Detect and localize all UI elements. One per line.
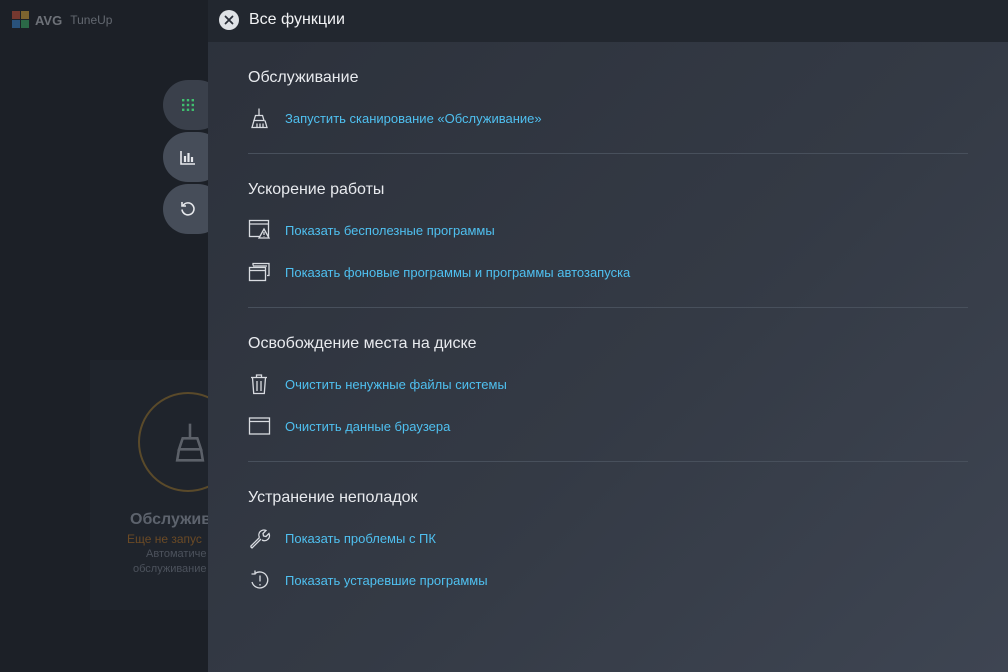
maintenance-card-status: Еще не запус (127, 532, 202, 546)
show-outdated-programs-link[interactable]: Показать устаревшие программы (248, 569, 968, 591)
link-label: Очистить ненужные файлы системы (285, 376, 507, 392)
broom-icon (248, 107, 272, 129)
close-icon (224, 15, 234, 25)
apps-grid-icon (182, 99, 194, 111)
show-useless-programs-link[interactable]: Показать бесполезные программы (248, 219, 968, 241)
link-label: Показать проблемы с ПК (285, 530, 436, 546)
section-title: Обслуживание (248, 69, 359, 86)
section-title: Устранение неполадок (248, 489, 418, 506)
panel-header: Все функции (208, 0, 1008, 42)
trash-icon (248, 373, 272, 395)
panel-title: Все функции (249, 11, 345, 28)
section-divider (248, 153, 968, 154)
section-disk-cleanup: Освобождение места на диске Очистить нен… (248, 333, 968, 437)
logo-tuneup-text: TuneUp (70, 13, 113, 27)
section-maintenance: Обслуживание Запустить сканирование «Обс… (248, 67, 968, 129)
avg-logo-icon (12, 11, 29, 28)
window-warning-icon (248, 219, 272, 241)
link-label: Очистить данные браузера (285, 418, 451, 434)
app-logo: AVG TuneUp (12, 11, 112, 29)
wrench-icon (248, 527, 272, 549)
maintenance-card-desc: Автоматиче (146, 548, 207, 560)
maintenance-card-desc-2: обслуживание (133, 563, 207, 575)
link-label: Показать фоновые программы и программы а… (285, 264, 631, 280)
section-divider (248, 461, 968, 462)
section-title: Ускорение работы (248, 181, 385, 198)
restore-icon (181, 202, 195, 216)
logo-avg-text: AVG (35, 12, 63, 28)
maintenance-card-title: Обслужив (130, 511, 208, 528)
all-functions-panel: Все функции Обслуживание Запустить скани… (208, 0, 1008, 672)
close-button[interactable] (219, 10, 239, 30)
run-maintenance-scan-link[interactable]: Запустить сканирование «Обслуживание» (248, 107, 968, 129)
stacked-windows-icon (248, 261, 272, 283)
update-alert-icon (248, 569, 272, 591)
link-label: Показать устаревшие программы (285, 572, 488, 588)
clean-browser-data-link[interactable]: Очистить данные браузера (248, 415, 968, 437)
section-troubleshooting: Устранение неполадок Показать проблемы с… (248, 487, 968, 591)
clean-system-files-link[interactable]: Очистить ненужные файлы системы (248, 373, 968, 395)
show-startup-programs-link[interactable]: Показать фоновые программы и программы а… (248, 261, 968, 283)
bar-chart-icon (180, 151, 195, 165)
section-divider (248, 307, 968, 308)
link-label: Запустить сканирование «Обслуживание» (285, 110, 542, 126)
show-pc-problems-link[interactable]: Показать проблемы с ПК (248, 527, 968, 549)
link-label: Показать бесполезные программы (285, 222, 495, 238)
section-speedup: Ускорение работы Показать бесполезные пр… (248, 179, 968, 283)
maintenance-broom-icon (175, 423, 205, 462)
section-title: Освобождение места на диске (248, 335, 477, 352)
browser-window-icon (248, 415, 272, 437)
